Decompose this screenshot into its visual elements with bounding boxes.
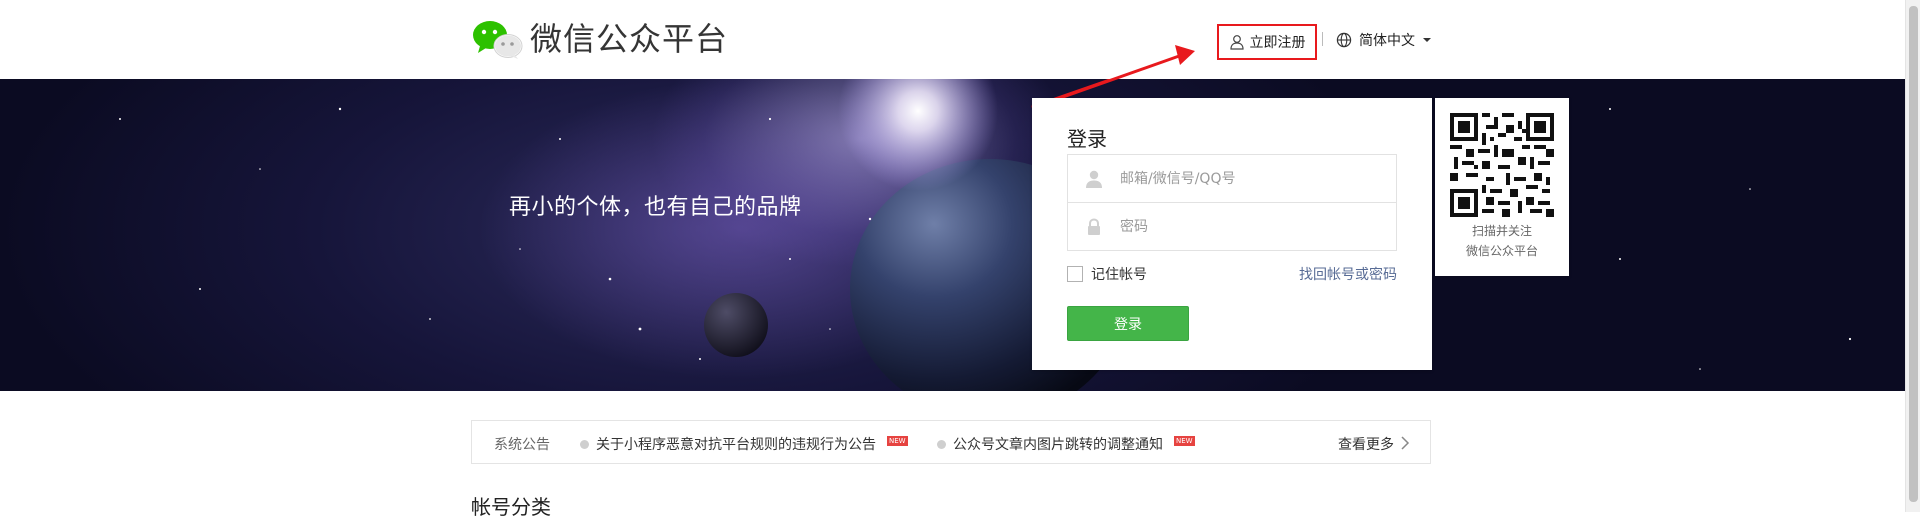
chevron-down-icon — [1423, 38, 1431, 42]
bullet-icon — [580, 439, 589, 449]
new-badge: NEW — [1174, 436, 1195, 446]
login-button[interactable]: 登录 — [1067, 306, 1189, 341]
account-input[interactable] — [1120, 155, 1390, 202]
banner-slogan: 再小的个体，也有自己的品牌 — [509, 195, 802, 220]
account-types-heading: 帐号分类 — [471, 495, 551, 519]
lock-icon — [1088, 218, 1100, 235]
view-more-link[interactable]: 查看更多 — [1338, 434, 1394, 454]
page-scrollbar[interactable] — [1905, 0, 1920, 512]
hero-banner: 再小的个体，也有自己的品牌 — [0, 79, 1905, 391]
user-icon — [1086, 170, 1102, 188]
notice-text: 关于小程序恶意对抗平台规则的违规行为公告 — [596, 437, 876, 453]
language-selector[interactable]: 简体中文 — [1336, 28, 1431, 52]
space-illustration — [119, 79, 1852, 391]
login-title: 登录 — [1067, 127, 1107, 151]
forgot-password-link[interactable]: 找回帐号或密码 — [1299, 264, 1397, 284]
qr-caption-line2: 微信公众平台 — [1465, 244, 1538, 258]
login-panel: 登录 记住帐号 找回帐号或密码 登录 — [1032, 98, 1432, 370]
password-field[interactable] — [1067, 202, 1397, 251]
globe-icon — [1336, 32, 1352, 48]
remember-label: 记住帐号 — [1091, 267, 1147, 283]
wechat-logo-icon[interactable] — [471, 18, 523, 60]
password-input[interactable] — [1120, 203, 1390, 250]
top-header: 微信公众平台 立即注册 简体中文 — [0, 0, 1905, 79]
scrollbar-thumb[interactable] — [1909, 6, 1918, 502]
brand-title[interactable]: 微信公众平台 — [530, 19, 728, 59]
new-badge: NEW — [887, 436, 908, 446]
notices-label: 系统公告 — [494, 437, 550, 453]
notice-text: 公众号文章内图片跳转的调整通知 — [953, 437, 1163, 453]
notice-item[interactable]: 公众号文章内图片跳转的调整通知 NEW — [937, 434, 1195, 454]
system-notices-bar: 系统公告 关于小程序恶意对抗平台规则的违规行为公告 NEW 公众号文章内图片跳转… — [471, 420, 1431, 464]
user-icon — [1229, 35, 1244, 50]
qr-code-image — [1450, 113, 1554, 217]
chevron-right-icon[interactable] — [1400, 436, 1410, 450]
bullet-icon — [937, 439, 946, 449]
remember-account-checkbox[interactable]: 记住帐号 — [1067, 264, 1147, 284]
qr-caption-line1: 扫描并关注 — [1471, 224, 1532, 238]
account-field[interactable] — [1067, 154, 1397, 203]
register-label: 立即注册 — [1249, 35, 1306, 51]
header-divider — [1322, 32, 1323, 46]
checkbox-box[interactable] — [1067, 266, 1083, 282]
qr-panel: 扫描并关注 微信公众平台 — [1435, 98, 1569, 276]
language-label: 简体中文 — [1359, 33, 1415, 49]
register-button[interactable]: 立即注册 — [1217, 24, 1317, 60]
notice-item[interactable]: 关于小程序恶意对抗平台规则的违规行为公告 NEW — [580, 434, 908, 454]
